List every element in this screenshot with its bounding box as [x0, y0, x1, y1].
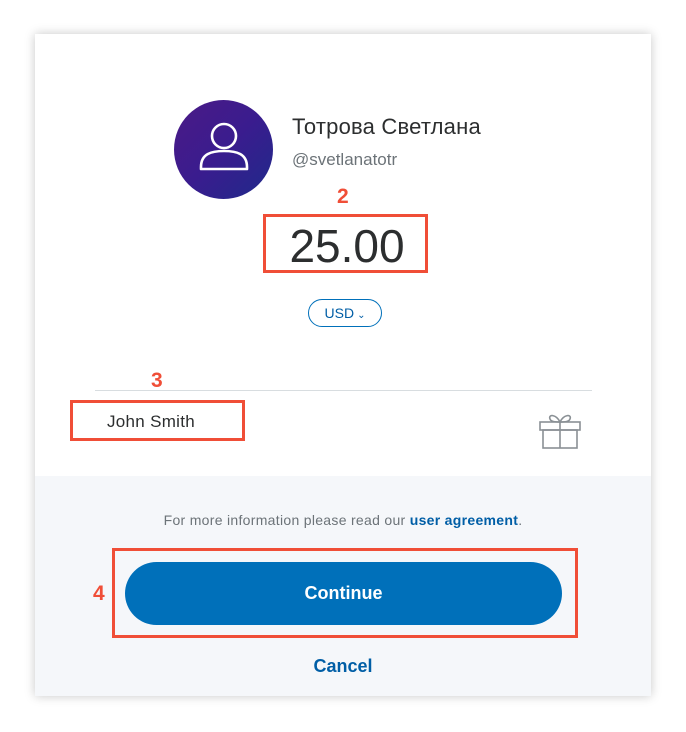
currency-selector[interactable]: USD ⌄ [308, 299, 382, 327]
currency-label: USD [324, 305, 355, 321]
gift-icon[interactable] [538, 410, 582, 450]
annotation-number-continue: 4 [93, 582, 105, 605]
recipient-handle: @svetlanatotr [292, 150, 398, 169]
annotation-number-note: 3 [151, 369, 163, 392]
chevron-down-icon: ⌄ [357, 310, 366, 321]
user-agreement-link[interactable]: user agreement [410, 512, 518, 528]
user-silhouette-icon [199, 122, 249, 171]
annotation-number-amount: 2 [337, 185, 349, 208]
annotation-box-continue [112, 548, 578, 638]
info-end: . [518, 512, 523, 528]
avatar [174, 100, 273, 199]
annotation-box-amount [263, 214, 428, 273]
recipient-name: Тотрова Светлана [292, 114, 481, 139]
cancel-link[interactable]: Cancel [35, 656, 651, 677]
info-text: For more information please read our [163, 512, 410, 528]
annotation-box-note [70, 400, 245, 441]
divider [95, 390, 592, 391]
user-agreement-notice: For more information please read our use… [35, 512, 651, 528]
